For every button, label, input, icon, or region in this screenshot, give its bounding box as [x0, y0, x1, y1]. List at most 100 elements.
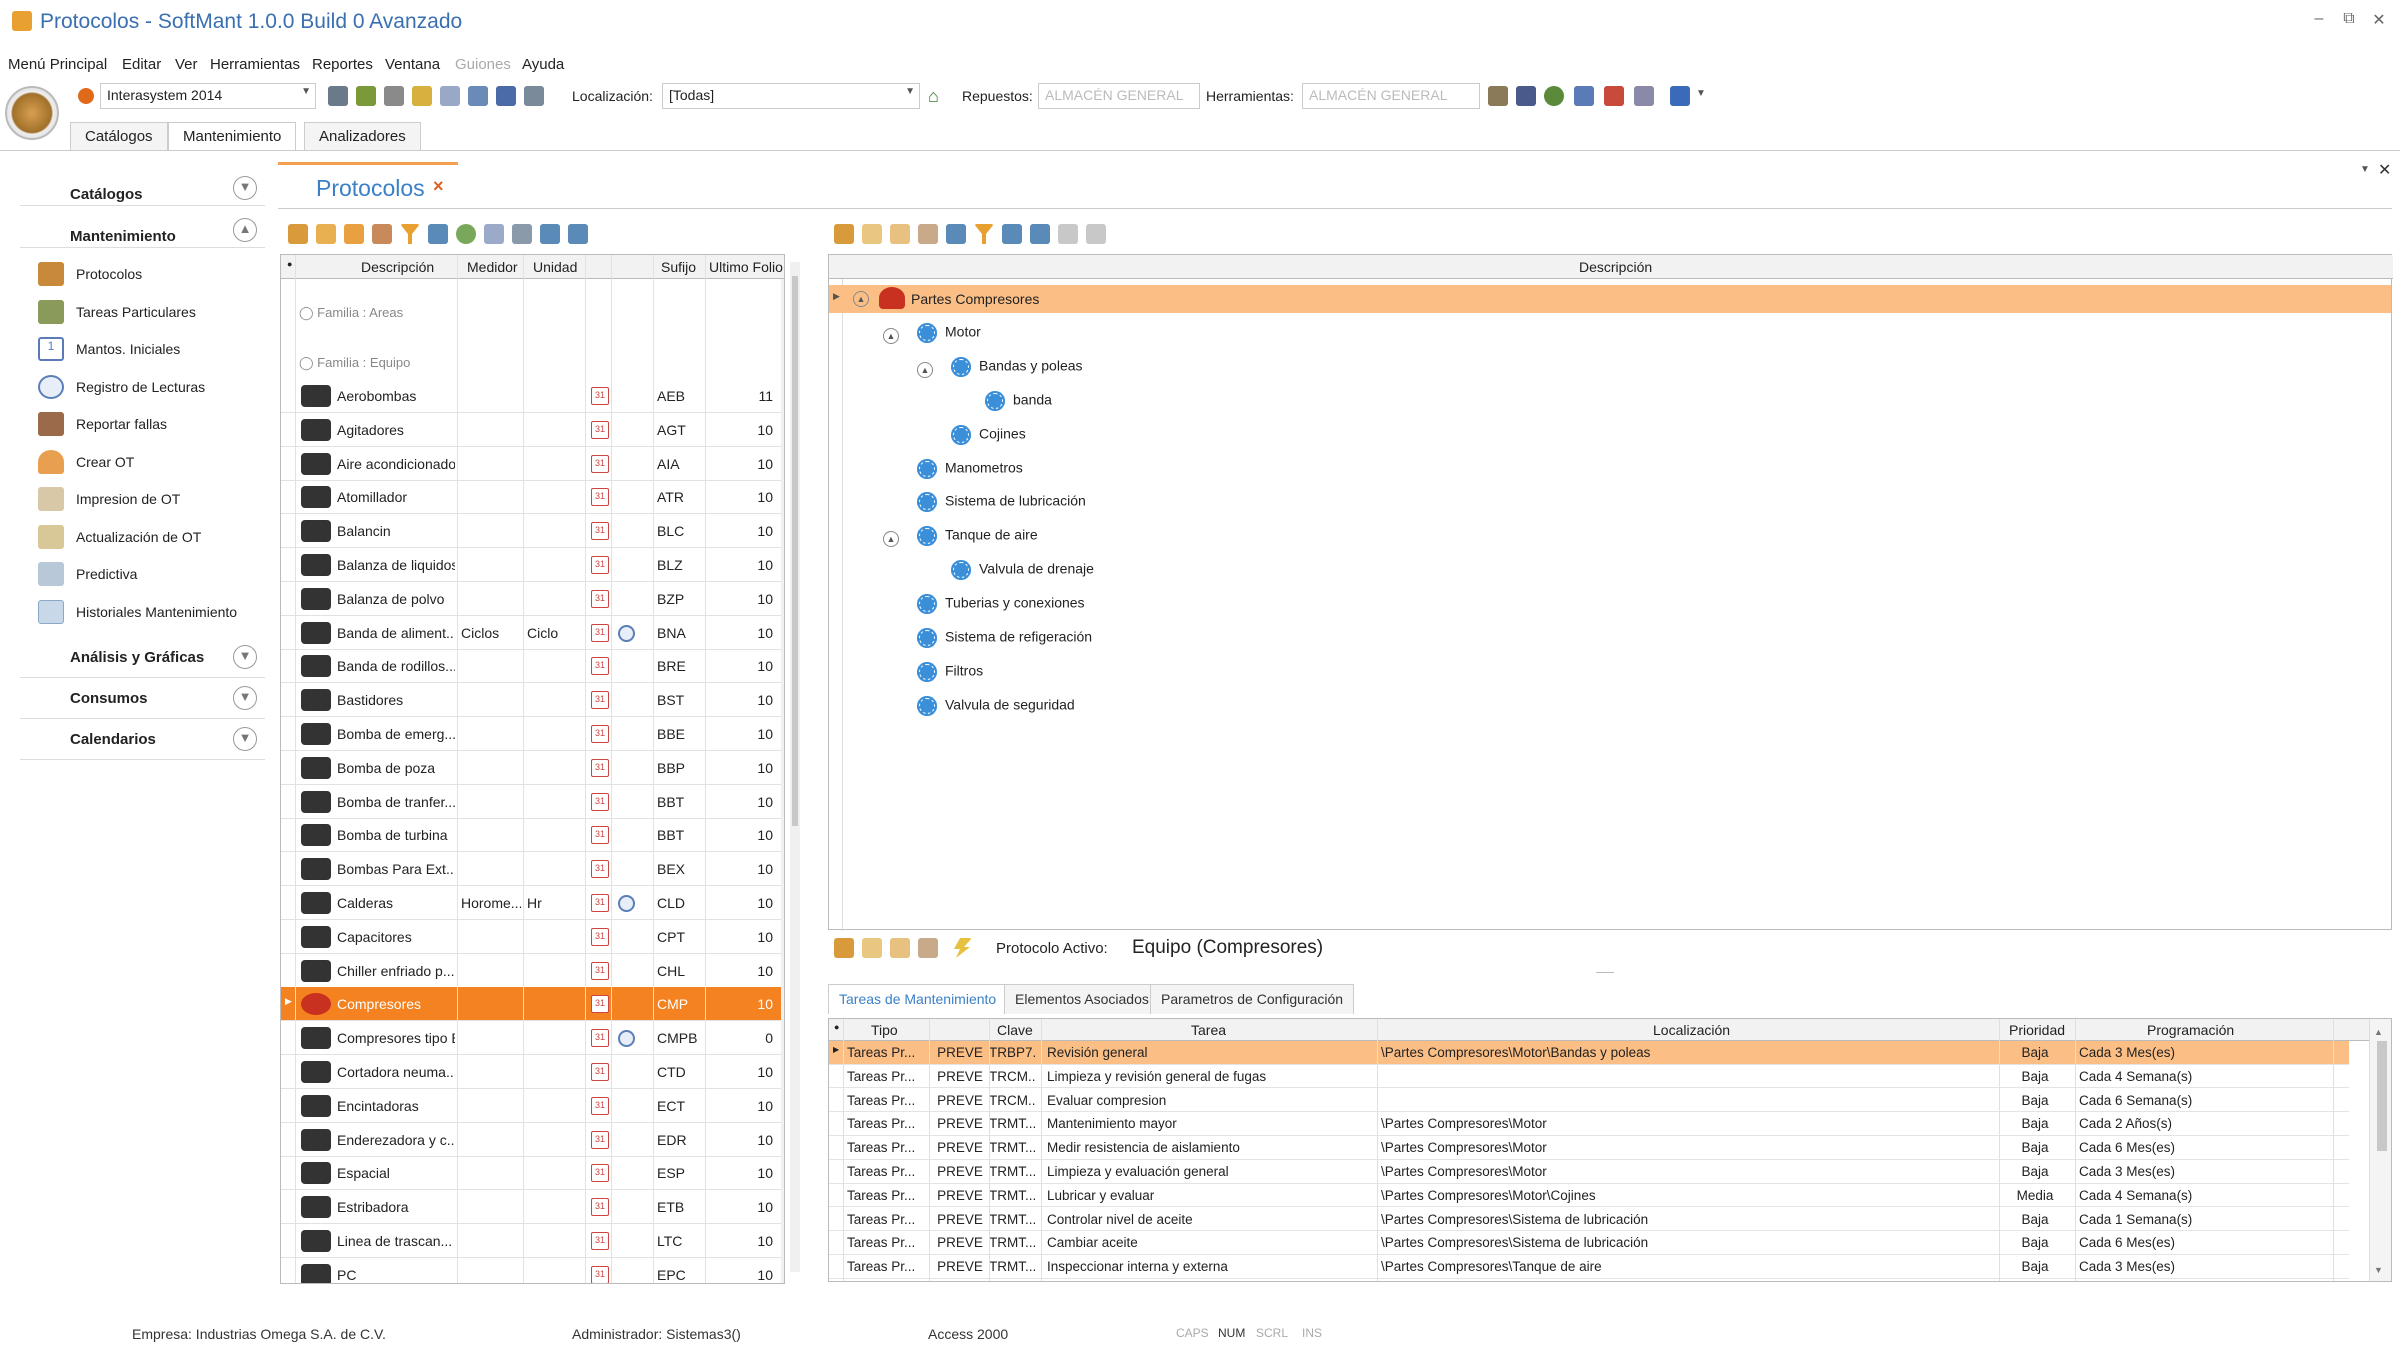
sidebar-item-registro-lecturas[interactable]: Registro de Lecturas: [20, 369, 265, 407]
table-row[interactable]: Aerobombas 31 AEB 11: [281, 379, 784, 413]
filter-icon[interactable]: [974, 224, 994, 244]
collapse-icon[interactable]: ▲: [883, 531, 899, 548]
menu-reportes[interactable]: Reportes: [312, 56, 373, 73]
grid-scroll-track[interactable]: [790, 262, 800, 1272]
collapse-icon[interactable]: ▲: [853, 291, 869, 307]
table-row[interactable]: ▶ Compresores 31 CMP 10: [281, 987, 784, 1022]
table-row[interactable]: Banda de aliment... Ciclos Ciclo 31 BNA 10: [281, 616, 784, 650]
localizacion-select[interactable]: [Todas] ▼: [662, 83, 920, 109]
table-row[interactable]: Agitadores 31 AGT 10: [281, 413, 784, 447]
filter-icon[interactable]: [400, 224, 420, 244]
copy-icon[interactable]: [918, 938, 938, 958]
chevron-down-icon[interactable]: ▼: [2360, 164, 2370, 175]
sidebar-item-historiales[interactable]: Historiales Mantenimiento: [20, 594, 265, 632]
table-row[interactable]: Cortadora neuma... 31 CTD 10: [281, 1055, 784, 1089]
minimize-button[interactable]: –: [2306, 10, 2332, 28]
add-icon[interactable]: [834, 938, 854, 958]
table-row[interactable]: Enderezadora y c... 31 EDR 10: [281, 1123, 784, 1157]
sidebar-item-actualizacion-ot[interactable]: Actualización de OT: [20, 519, 265, 557]
col-ultimo-folio[interactable]: Ultimo Folio: [709, 259, 783, 275]
tree-node[interactable]: Valvula de drenaje: [951, 560, 1094, 586]
tree-node[interactable]: ▲ Bandas y poleas: [917, 356, 1083, 383]
table-row[interactable]: Balancin 31 BLC 10: [281, 514, 784, 549]
document-close-button[interactable]: ×: [433, 176, 444, 197]
docs-icon[interactable]: [440, 86, 460, 106]
grid-icon[interactable]: [1516, 86, 1536, 106]
table-row[interactable]: Calderas Horome... Hr 31 CLD 10: [281, 886, 784, 920]
sidebar-item-tareas-particulares[interactable]: Tareas Particulares: [20, 294, 265, 332]
expand-icon[interactable]: ▼: [233, 727, 257, 751]
calc-icon[interactable]: [384, 86, 404, 106]
catalog-icon[interactable]: [328, 86, 348, 106]
grid-scrollbar[interactable]: [781, 279, 784, 1283]
doc-icon[interactable]: [484, 224, 504, 244]
table-row[interactable]: Bomba de tranfer... 31 BBT 10: [281, 785, 784, 819]
sidebar-item-mantos-iniciales[interactable]: 1 Mantos. Iniciales: [20, 331, 265, 369]
tree-node[interactable]: Valvula de seguridad: [917, 695, 1075, 722]
tree-node[interactable]: ▲ Tanque de aire: [883, 526, 1038, 552]
table-row[interactable]: Bastidores 31 BST 10: [281, 683, 784, 718]
expand-icon[interactable]: ▼: [233, 686, 257, 710]
table-row[interactable]: Tareas Pr... PREVE TRMT... Medir resistenci…: [829, 1136, 2349, 1160]
lightning-icon[interactable]: [954, 938, 972, 958]
tree-node[interactable]: Sistema de lubricación: [917, 492, 1086, 518]
table-row[interactable]: Atomillador 31 ATR 10: [281, 480, 784, 515]
book-icon[interactable]: [496, 86, 516, 106]
table-row[interactable]: Tareas Pr... PREVE TRMT... Inspeccionar int…: [829, 1255, 2349, 1279]
tree-node[interactable]: Tuberias y conexiones: [917, 594, 1085, 620]
tree-node[interactable]: Cojines: [951, 424, 1026, 451]
calendar-icon[interactable]: [1574, 86, 1594, 106]
alert-icon[interactable]: [1604, 86, 1624, 106]
home-icon[interactable]: ⌂: [928, 86, 939, 107]
table-row[interactable]: Capacitores 31 CPT 10: [281, 920, 784, 954]
screen-icon[interactable]: [468, 86, 488, 106]
table-row[interactable]: Tareas Pr... PREVE TRMT... Lubricar y evalu…: [829, 1184, 2349, 1208]
tree-node[interactable]: banda: [985, 390, 1052, 417]
col-unidad[interactable]: Unidad: [533, 259, 577, 275]
tasks-scrollbar[interactable]: ▲ ▼: [2369, 1019, 2391, 1281]
collapse-icon[interactable]: ▲: [917, 361, 933, 378]
folder-icon[interactable]: [412, 86, 432, 106]
col-prioridad[interactable]: Prioridad: [2009, 1022, 2065, 1038]
menu-ventana[interactable]: Ventana: [385, 56, 440, 73]
delete-icon[interactable]: [890, 224, 910, 244]
col-tipo[interactable]: Tipo: [871, 1022, 898, 1038]
repuestos-field[interactable]: ALMACÉN GENERAL: [1038, 83, 1200, 109]
sidebar-item-protocolos[interactable]: Protocolos: [20, 256, 265, 294]
splitter-handle[interactable]: [1596, 972, 1614, 973]
col-clave[interactable]: Clave: [997, 1022, 1033, 1038]
tool-icon-1[interactable]: [1488, 86, 1508, 106]
family-equipo-group[interactable]: ◯ Familia : Equipo: [299, 355, 410, 371]
restore-button[interactable]: ⧉: [2336, 10, 2362, 28]
company-select[interactable]: Interasystem 2014 ▼: [100, 83, 316, 109]
col-medidor[interactable]: Medidor: [467, 259, 518, 275]
move-up-icon[interactable]: [1058, 224, 1078, 244]
copy-icon[interactable]: [918, 224, 938, 244]
table-row[interactable]: Bomba de poza 31 BBP 10: [281, 751, 784, 785]
table-row[interactable]: Tareas Pr... PREVE TRCM... Limpieza y revis…: [829, 1065, 2349, 1089]
herramientas-field[interactable]: ALMACÉN GENERAL: [1302, 83, 1480, 109]
printer-icon[interactable]: [524, 86, 544, 106]
table-row[interactable]: Espacial 31 ESP 10: [281, 1156, 784, 1191]
tab-parametros-configuracion[interactable]: Parametros de Configuración: [1150, 984, 1355, 1014]
edit-icon[interactable]: [862, 224, 882, 244]
sidebar-item-reportar-fallas[interactable]: Reportar fallas: [20, 406, 265, 444]
delete-icon[interactable]: [344, 224, 364, 244]
family-areas-group[interactable]: ◯ Familia : Areas: [299, 305, 403, 321]
tree-node[interactable]: Sistema de refigeración: [917, 628, 1092, 654]
table-row[interactable]: Linea de trascan... 31 LTC 10: [281, 1224, 784, 1258]
sidebar-item-crear-ot[interactable]: Crear OT: [20, 444, 265, 482]
table-row[interactable]: Bombas Para Ext... 31 BEX 10: [281, 852, 784, 887]
table-row[interactable]: Balanza de polvo 31 BZP 10: [281, 582, 784, 616]
tree-node[interactable]: Manometros: [917, 458, 1023, 485]
col-programacion[interactable]: Programación: [2147, 1022, 2234, 1038]
menu-ver[interactable]: Ver: [175, 56, 198, 73]
binoculars-icon[interactable]: [946, 224, 966, 244]
sidebar-group-catalogos[interactable]: Catálogos ▼: [20, 168, 265, 206]
tab-mantenimiento[interactable]: Mantenimiento: [168, 122, 297, 150]
tree-node[interactable]: Filtros: [917, 661, 983, 688]
tree-icon[interactable]: [356, 86, 376, 106]
copy-icon[interactable]: [372, 224, 392, 244]
refresh-icon[interactable]: [456, 224, 476, 244]
table-row[interactable]: Estribadora 31 ETB 10: [281, 1190, 784, 1225]
